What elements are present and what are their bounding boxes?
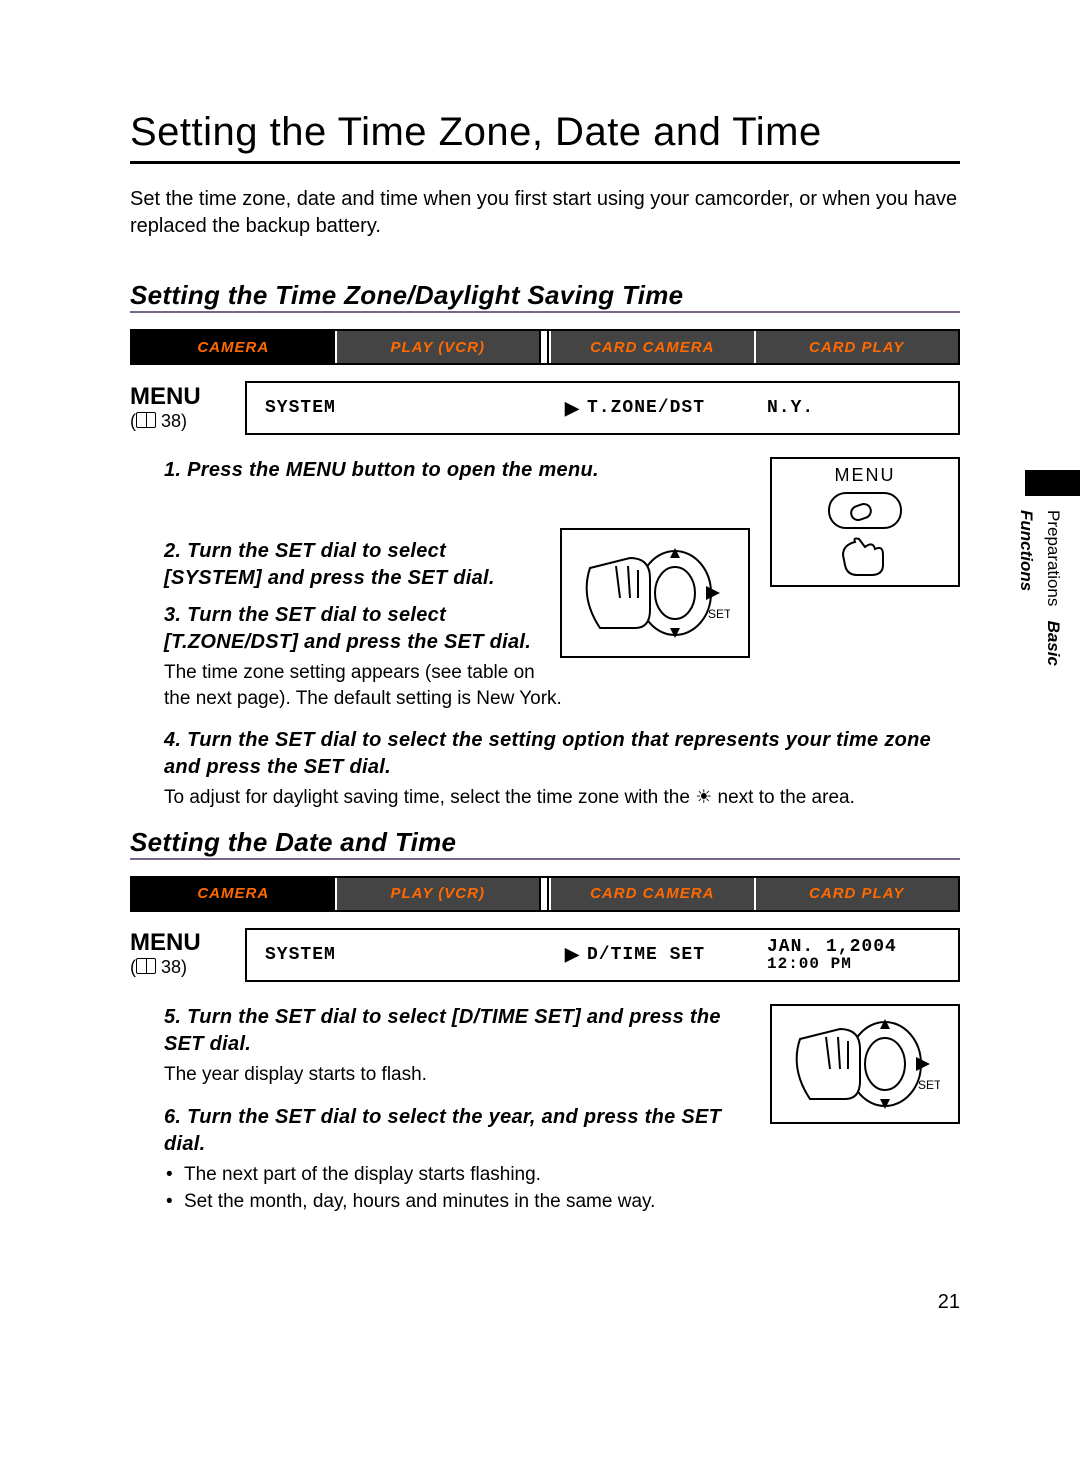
menu-value-date: JAN. 1,2004 (767, 937, 897, 957)
mode-camera: CAMERA (132, 331, 335, 363)
arrow-icon: ▶ (565, 398, 587, 419)
step-6-bullet-1: The next part of the display starts flas… (164, 1162, 960, 1188)
menu-setting-tz: T.ZONE/DST (587, 398, 767, 418)
menu-system: SYSTEM (247, 398, 565, 418)
menu-page-num: 38 (161, 411, 181, 431)
step-1: 1. Press the MENU button to open the men… (130, 457, 960, 484)
section-rule (130, 309, 960, 315)
margin-prep: Preparations (1044, 510, 1063, 606)
page-title: Setting the Time Zone, Date and Time (130, 110, 960, 155)
step-4-body-b: next to the area. (712, 787, 855, 808)
menu-value-time: 12:00 PM (767, 955, 958, 973)
step-2: 2. Turn the SET dial to select [SYSTEM] … (130, 538, 960, 592)
mode-bar-dt: CAMERA PLAY (VCR) CARD CAMERA CARD PLAY (130, 876, 960, 912)
menu-value-dt: JAN. 1,2004 12:00 PM (767, 937, 958, 973)
sun-icon: ☀ (695, 785, 712, 811)
step-5-body: The year display starts to flash. (130, 1062, 960, 1088)
step-6-bullet-2: Set the month, day, hours and minutes in… (164, 1189, 960, 1215)
step-4-body-a: To adjust for daylight saving time, sele… (164, 787, 695, 808)
menu-label: MENU ( 38) (130, 381, 245, 435)
menu-page-ref-2: ( 38) (130, 957, 245, 978)
step-4: 4. Turn the SET dial to select the setti… (130, 727, 960, 781)
menu-text: MENU (130, 385, 245, 409)
mode-card-camera-2: CARD CAMERA (549, 878, 754, 910)
section-rule-2 (130, 856, 960, 862)
menu-setting-dt: D/TIME SET (587, 945, 767, 965)
mode-bar-tz: CAMERA PLAY (VCR) CARD CAMERA CARD PLAY (130, 329, 960, 365)
section-heading-tz: Setting the Time Zone/Daylight Saving Ti… (130, 280, 960, 311)
mode-play-vcr: PLAY (VCR) (335, 331, 540, 363)
book-icon-2 (136, 958, 156, 974)
menu-page-ref: ( 38) (130, 411, 245, 432)
page-number: 21 (130, 1291, 960, 1314)
step-4-body: To adjust for daylight saving time, sele… (130, 785, 960, 811)
book-icon (136, 412, 156, 428)
margin-tab-block (1025, 470, 1080, 496)
intro-paragraph: Set the time zone, date and time when yo… (130, 186, 960, 240)
mode-card-camera: CARD CAMERA (549, 331, 754, 363)
step-3-body: The time zone setting appears (see table… (130, 660, 960, 711)
margin-basic: Basic (1044, 621, 1063, 666)
step-3: 3. Turn the SET dial to select [T.ZONE/D… (130, 602, 960, 656)
mode-separator (539, 331, 549, 363)
arrow-icon-2: ▶ (565, 944, 587, 965)
mode-play-vcr-2: PLAY (VCR) (335, 878, 540, 910)
mode-card-play: CARD PLAY (754, 331, 959, 363)
menu-value-tz: N.Y. (767, 398, 958, 418)
menu-path-box-tz: SYSTEM ▶ T.ZONE/DST N.Y. (245, 381, 960, 435)
mode-separator-2 (539, 878, 549, 910)
step-6: 6. Turn the SET dial to select the year,… (130, 1104, 960, 1158)
section-heading-dt: Setting the Date and Time (130, 827, 960, 858)
menu-page-num-2: 38 (161, 957, 181, 977)
menu-text-2: MENU (130, 931, 245, 955)
menu-button-icon (828, 492, 902, 529)
menu-system-2: SYSTEM (247, 945, 565, 965)
mode-camera-2: CAMERA (132, 878, 335, 910)
mode-card-play-2: CARD PLAY (754, 878, 959, 910)
title-rule (130, 161, 960, 164)
step-5: 5. Turn the SET dial to select [D/TIME S… (130, 1004, 960, 1058)
menu-label-2: MENU ( 38) (130, 928, 245, 982)
margin-functions: Functions (1017, 510, 1036, 591)
margin-tab: Preparations Basic Functions (990, 480, 1080, 680)
menu-path-box-dt: SYSTEM ▶ D/TIME SET JAN. 1,2004 12:00 PM (245, 928, 960, 982)
